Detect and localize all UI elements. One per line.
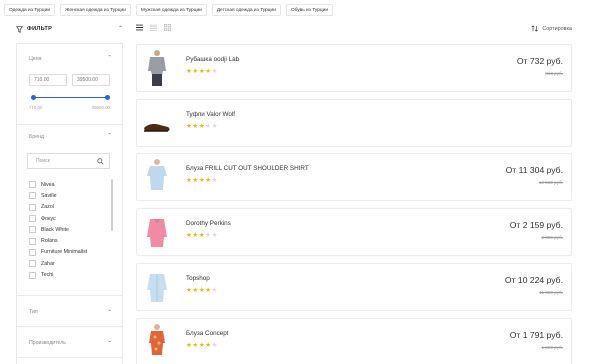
product-image-shirt[interactable]	[146, 49, 168, 87]
list-view-icon[interactable]	[136, 24, 143, 31]
rating-stars: ★★★★★	[186, 68, 219, 75]
tag-kids-clothes-turkey[interactable]: Детская одежда из Турции	[211, 4, 281, 16]
checkbox[interactable]	[29, 192, 36, 200]
view-toggles	[136, 24, 171, 31]
manufacturer-title: Производитель	[29, 340, 66, 346]
price-min-label: 710.00	[29, 105, 43, 110]
type-filter[interactable]: Тип ⌄	[17, 296, 122, 327]
brand-item[interactable]: Фокус	[29, 213, 87, 224]
price-max-label: 39500.00	[91, 105, 110, 110]
price-max-input[interactable]: 39500.00	[72, 74, 110, 86]
checkbox[interactable]	[29, 248, 36, 256]
rating-stars: ★★★★★	[186, 232, 219, 239]
sort-button[interactable]: Сортировка	[531, 25, 572, 32]
product-card[interactable]: Блуза FRILL CUT OUT SHOULDER SHIRT ★★★★★…	[136, 153, 572, 201]
checkbox[interactable]	[29, 260, 36, 268]
filter-icon	[16, 25, 23, 33]
search-icon	[97, 158, 104, 165]
brand-item[interactable]: Nivea	[29, 179, 87, 190]
product-name[interactable]: Туфли Valor Wolf	[186, 111, 235, 118]
brand-item[interactable]: Techi	[29, 269, 87, 280]
grid-view-icon[interactable]	[164, 24, 171, 31]
product-name[interactable]: Рубашка oodji Lab	[186, 56, 239, 63]
product-name[interactable]: Dorothy Perkins	[186, 220, 231, 227]
product-card[interactable]: Туфли Valor Wolf ★★★★★	[136, 99, 572, 147]
tag-clothes-turkey[interactable]: Одежда из Турции	[4, 4, 56, 16]
brand-search-input[interactable]: Поиск	[27, 153, 110, 169]
price-slider-min-handle[interactable]	[31, 95, 36, 100]
brand-item[interactable]: Furniture Minimalist	[29, 247, 87, 258]
product-card[interactable]: Topshop ★★★★★ От 10 224 руб. 11 360 руб.	[136, 263, 572, 311]
tag-men-clothes-turkey[interactable]: Мужская одежда из Турции	[135, 4, 207, 16]
tag-shoes-turkey[interactable]: Обувь из Турции	[285, 4, 334, 16]
checkbox[interactable]	[29, 237, 36, 245]
product-name[interactable]: Блуза Concept	[186, 330, 228, 337]
filter-header[interactable]: ФИЛЬТР ⌃	[16, 24, 123, 34]
compact-list-icon[interactable]	[150, 24, 157, 31]
sort-icon	[531, 25, 539, 32]
brand-item[interactable]: Black White	[29, 224, 87, 235]
checkbox[interactable]	[29, 215, 36, 223]
product-old-price: 810 руб.	[545, 71, 563, 76]
product-image-shoes[interactable]	[142, 104, 172, 142]
rating-stars: ★★★★★	[186, 123, 219, 130]
product-image-light-shirt[interactable]	[146, 268, 168, 306]
checkbox[interactable]	[29, 226, 36, 234]
brand-title: Бренд	[29, 134, 45, 140]
brand-item[interactable]: Saville	[29, 190, 87, 201]
product-old-price: 12 560 руб.	[538, 180, 563, 185]
manufacturer-filter[interactable]: Производитель ⌄	[17, 327, 122, 358]
product-old-price: 1 990 руб.	[541, 345, 563, 350]
type-title: Тип	[29, 309, 38, 315]
category-tags: Одежда из Турции Женская одежда из Турци…	[4, 4, 334, 16]
product-price: От 732 руб.	[516, 56, 563, 66]
product-image-blouse[interactable]	[146, 158, 168, 196]
chevron-down-icon[interactable]: ⌄	[107, 307, 112, 313]
product-card[interactable]: Dorothy Perkins ★★★★★ От 2 159 руб. 2 39…	[136, 208, 572, 256]
checkbox[interactable]	[29, 203, 36, 211]
brand-list: Nivea Saville Zazol Фокус Black White Ro…	[29, 179, 87, 281]
sort-label: Сортировка	[542, 25, 572, 32]
brand-search-placeholder: Поиск	[36, 158, 50, 164]
price-min-input[interactable]: 710.00	[29, 74, 67, 86]
rating-stars: ★★★★★	[186, 342, 219, 349]
product-price: От 10 224 руб.	[504, 275, 563, 285]
product-price: От 2 159 руб.	[509, 220, 563, 230]
filter-sidebar: Цена ⌃ 710.00 39500.00 710.00 39500.00 Б…	[16, 43, 123, 364]
brand-filter: Бренд ⌃ Поиск Nivea Saville Zazol Фокус …	[17, 125, 122, 296]
product-name[interactable]: Topshop	[186, 275, 210, 282]
tag-women-clothes-turkey[interactable]: Женская одежда из Турции	[60, 4, 131, 16]
product-price: От 1 791 руб.	[509, 330, 563, 340]
rating-stars: ★★★★★	[186, 287, 219, 294]
product-price: От 11 304 руб.	[505, 165, 563, 175]
chevron-up-icon[interactable]: ⌃	[107, 133, 112, 139]
product-name[interactable]: Блуза FRILL CUT OUT SHOULDER SHIRT	[186, 165, 309, 172]
brand-item[interactable]: Zahar	[29, 258, 87, 269]
chevron-down-icon[interactable]: ⌄	[107, 338, 112, 344]
product-old-price: 2 399 руб.	[541, 235, 563, 240]
product-card[interactable]: Блуза Concept ★★★★★ От 1 791 руб. 1 990 …	[136, 318, 572, 364]
price-filter: Цена ⌃ 710.00 39500.00 710.00 39500.00	[17, 44, 122, 125]
price-title: Цена	[29, 56, 42, 62]
price-slider-track[interactable]	[33, 97, 107, 98]
price-slider-max-handle[interactable]	[105, 95, 110, 100]
product-old-price: 11 360 руб.	[539, 290, 563, 295]
chevron-up-icon[interactable]: ⌃	[118, 25, 123, 32]
product-image-pink-shirt[interactable]	[146, 213, 168, 251]
filter-title: ФИЛЬТР	[27, 26, 53, 32]
brand-item[interactable]: Zazol	[29, 202, 87, 213]
chevron-up-icon[interactable]: ⌃	[107, 55, 112, 61]
product-card[interactable]: Рубашка oodji Lab ★★★★★ От 732 руб. 810 …	[136, 44, 572, 92]
checkbox[interactable]	[29, 181, 36, 189]
brand-item[interactable]: Rolans	[29, 235, 87, 246]
rating-stars: ★★★★★	[186, 177, 219, 184]
product-image-floral-blouse[interactable]	[146, 323, 168, 361]
checkbox[interactable]	[29, 271, 36, 279]
brand-list-scrollbar[interactable]	[111, 179, 113, 231]
